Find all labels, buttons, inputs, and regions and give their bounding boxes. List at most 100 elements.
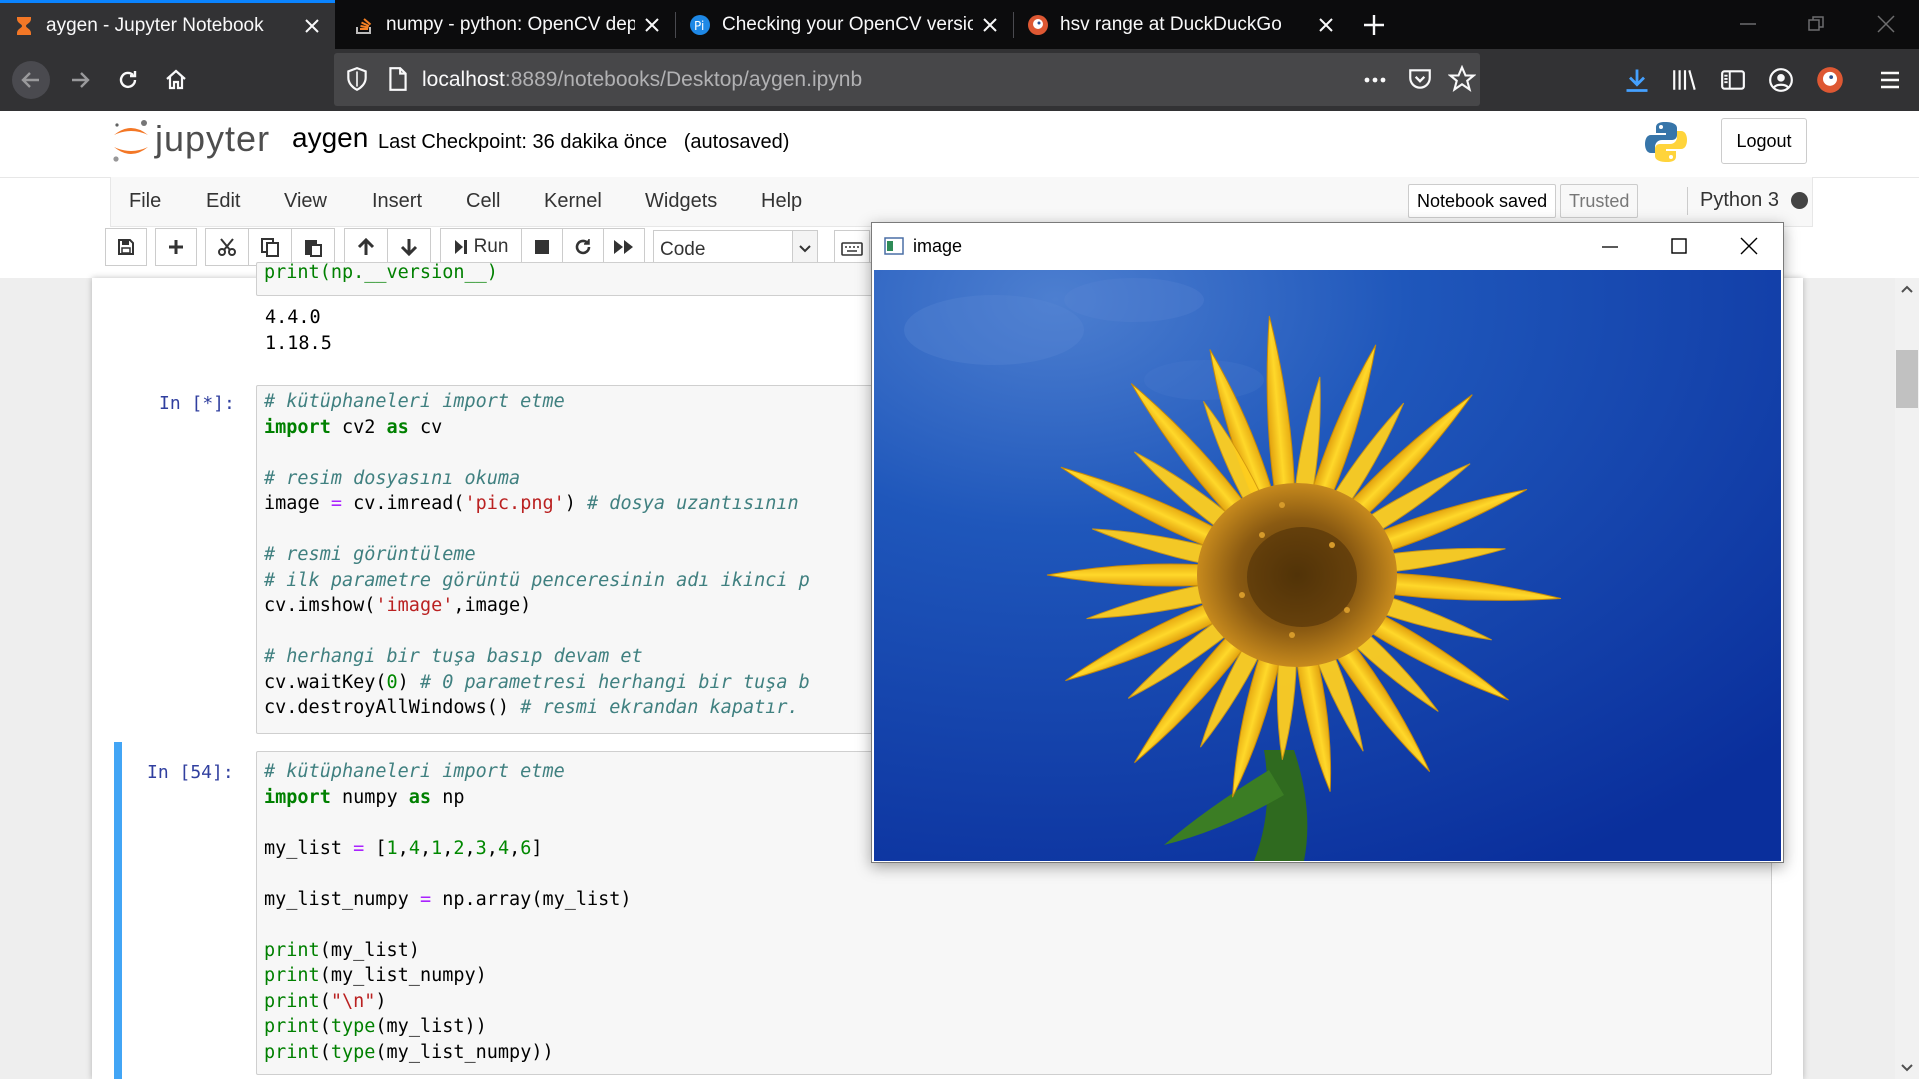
code-block: # kütüphaneleri import etme import numpy… <box>264 761 632 1063</box>
jupyter-logo-icon[interactable] <box>110 119 152 163</box>
account-icon[interactable] <box>1768 67 1794 93</box>
keyboard-icon <box>841 241 863 256</box>
sidebar-icon[interactable] <box>1720 67 1746 93</box>
menu-file[interactable]: File <box>129 190 161 213</box>
menu-view[interactable]: View <box>284 190 327 213</box>
jupyter-header <box>0 111 1919 178</box>
forward-button[interactable] <box>64 64 96 96</box>
image-window-title: image <box>913 236 963 256</box>
tab-stackoverflow[interactable]: numpy - python: OpenCV dept <box>340 0 675 49</box>
duckduckgo-extension-icon[interactable] <box>1816 66 1844 94</box>
maximize-window-icon[interactable] <box>1670 237 1688 255</box>
scrollbar-thumb[interactable] <box>1896 350 1918 408</box>
hourglass-icon <box>17 17 31 35</box>
page-actions-icon[interactable] <box>1362 68 1388 92</box>
python-logo-icon <box>1645 122 1687 162</box>
downloads-icon[interactable] <box>1623 66 1651 94</box>
back-button[interactable] <box>12 61 50 99</box>
move-down-button[interactable] <box>387 228 431 266</box>
new-tab-icon[interactable] <box>1362 13 1386 37</box>
menu-edit[interactable]: Edit <box>206 190 240 213</box>
selected-cell-indicator <box>114 742 122 1079</box>
sunflower-image <box>874 270 1781 861</box>
address-bar[interactable]: localhost:8889/notebooks/Desktop/aygen.i… <box>334 53 1480 106</box>
cell-type-dropdown[interactable] <box>792 231 817 266</box>
forward-arrow-icon <box>72 72 90 88</box>
restart-kernel-button[interactable] <box>562 228 604 266</box>
paste-button[interactable] <box>291 228 335 266</box>
checkpoint-status: Last Checkpoint: 36 dakika önce (autosav… <box>378 131 789 154</box>
close-tab-icon[interactable] <box>1317 16 1335 34</box>
cell-type-value: Code <box>660 239 706 260</box>
tab-duckduckgo[interactable]: hsv range at DuckDuckGo <box>1014 0 1349 49</box>
duckduckgo-icon <box>1028 14 1048 35</box>
home-button[interactable] <box>160 64 192 96</box>
chevron-down-icon <box>799 244 811 252</box>
close-tab-icon[interactable] <box>981 16 999 34</box>
insert-cell-button[interactable] <box>155 228 197 266</box>
paste-icon <box>305 240 322 257</box>
tab-jupyter[interactable]: aygen - Jupyter Notebook <box>0 0 335 49</box>
shield-icon[interactable] <box>344 66 370 92</box>
notebook-name[interactable]: aygen <box>292 122 368 154</box>
autosave-status: (autosaved) <box>683 131 790 153</box>
tab-pyimagesearch[interactable]: Pi Checking your OpenCV version <box>676 0 1013 49</box>
menu-help[interactable]: Help <box>761 190 802 213</box>
tab-label: Checking your OpenCV version <box>722 13 973 35</box>
notebook-saved-indicator: Notebook saved <box>1408 184 1557 218</box>
copy-icon <box>261 238 279 257</box>
image-canvas <box>874 270 1781 861</box>
url-text: localhost:8889/notebooks/Desktop/aygen.i… <box>422 68 862 92</box>
close-tab-icon[interactable] <box>643 16 661 34</box>
kernel-busy-indicator <box>1791 192 1808 209</box>
opencv-image-window[interactable]: image <box>871 222 1784 863</box>
scroll-down-icon[interactable] <box>1900 1063 1914 1073</box>
run-button[interactable]: Run <box>440 228 522 266</box>
bookmark-star-icon[interactable] <box>1448 65 1476 93</box>
save-button[interactable] <box>105 228 147 266</box>
image-window-titlebar[interactable]: image <box>872 223 1783 269</box>
code-line-text: print(np.__version__) <box>264 262 498 283</box>
menu-widgets[interactable]: Widgets <box>645 190 717 213</box>
stop-icon <box>535 240 549 254</box>
minimize-window-icon[interactable] <box>1601 238 1619 256</box>
logout-button[interactable]: Logout <box>1721 118 1807 164</box>
reload-button[interactable] <box>112 64 144 96</box>
trusted-indicator[interactable]: Trusted <box>1560 184 1639 218</box>
tab-label: aygen - Jupyter Notebook <box>46 15 264 36</box>
restart-run-all-button[interactable] <box>603 228 645 266</box>
cut-button[interactable] <box>205 228 249 266</box>
home-icon <box>166 69 186 90</box>
library-icon[interactable] <box>1671 67 1699 93</box>
menu-cell[interactable]: Cell <box>466 190 500 213</box>
menu-bar: File Edit View Insert Cell Kernel Widget… <box>110 177 1813 227</box>
restore-window-icon[interactable] <box>1806 14 1826 34</box>
hamburger-menu-icon[interactable] <box>1878 68 1902 92</box>
menu-insert[interactable]: Insert <box>372 190 422 213</box>
minimize-window-icon[interactable] <box>1738 14 1758 34</box>
cell-prompt: In [54]: <box>147 762 234 783</box>
run-label: Run <box>473 236 509 257</box>
scissors-icon <box>218 238 236 256</box>
scroll-up-icon[interactable] <box>1900 284 1914 294</box>
arrow-down-icon <box>400 239 418 257</box>
close-tab-icon[interactable] <box>303 17 321 35</box>
code-cell-input[interactable]: print(np.__version__) <box>256 262 876 296</box>
interrupt-button[interactable] <box>521 228 563 266</box>
close-window-icon[interactable] <box>1740 237 1758 255</box>
kernel-name[interactable]: Python 3 <box>1700 189 1779 212</box>
code-cell-input[interactable]: # kütüphaneleri import etme import cv2 a… <box>256 385 876 734</box>
move-up-button[interactable] <box>344 228 388 266</box>
run-step-icon <box>454 240 467 254</box>
window-app-icon <box>884 237 904 255</box>
cell-output: 4.4.0 1.18.5 <box>265 305 332 357</box>
jupyter-logo-text[interactable]: jupyter <box>155 118 270 160</box>
svg-text:Pi: Pi <box>694 19 704 33</box>
browser-tab-bar: aygen - Jupyter Notebook numpy - python:… <box>0 0 1919 49</box>
restart-icon <box>575 239 591 255</box>
copy-button[interactable] <box>248 228 292 266</box>
pocket-icon[interactable] <box>1407 66 1433 92</box>
close-window-icon[interactable] <box>1876 14 1896 34</box>
menu-kernel[interactable]: Kernel <box>544 190 602 213</box>
url-host: localhost <box>422 68 505 91</box>
